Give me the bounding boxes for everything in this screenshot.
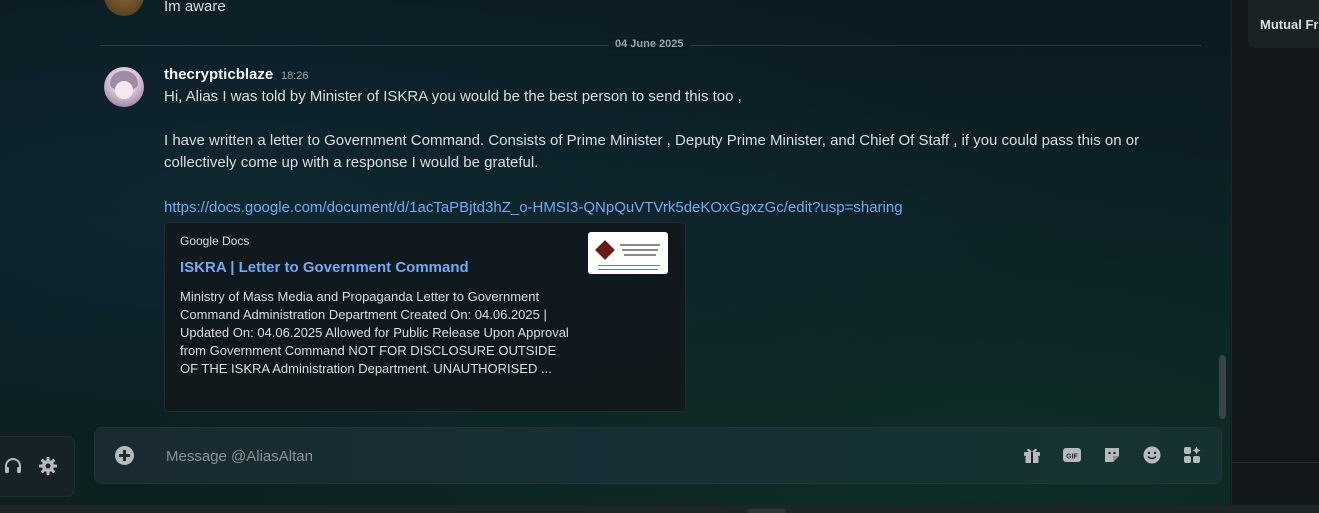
- previous-message-text: Im aware: [164, 0, 226, 15]
- svg-text:GIF: GIF: [1066, 454, 1078, 461]
- message-author[interactable]: thecrypticblaze: [164, 66, 273, 83]
- message-link[interactable]: https://docs.google.com/document/d/1acTa…: [164, 199, 903, 216]
- previous-author-avatar[interactable]: [104, 0, 144, 16]
- message-line: I have written a letter to Government Co…: [164, 132, 1140, 149]
- panel-divider: [1232, 462, 1319, 463]
- window-bottom-edge: [0, 505, 1319, 513]
- gift-icon[interactable]: [1022, 445, 1042, 465]
- date-divider-label: 04 June 2025: [609, 38, 690, 50]
- sticker-icon[interactable]: [1102, 445, 1122, 465]
- message-input[interactable]: [164, 443, 1008, 469]
- user-panel: [0, 436, 75, 497]
- author-avatar[interactable]: [104, 67, 144, 107]
- settings-gear-icon[interactable]: [38, 456, 58, 476]
- headphones-icon[interactable]: [3, 456, 23, 476]
- message-composer: GIF: [94, 427, 1222, 484]
- embed-thumbnail[interactable]: [588, 232, 668, 274]
- mutual-friends-section[interactable]: Mutual Fri: [1248, 0, 1319, 48]
- message-line: collectively come up with a response I w…: [164, 154, 539, 171]
- message-timestamp: 18:26: [281, 70, 309, 82]
- embed-description: Ministry of Mass Media and Propaganda Le…: [180, 289, 569, 376]
- gif-icon[interactable]: GIF: [1062, 445, 1082, 465]
- emoji-icon[interactable]: [1142, 445, 1162, 465]
- resize-handle[interactable]: [748, 509, 786, 513]
- message-line: Hi, Alias I was told by Minister of ISKR…: [164, 88, 742, 105]
- apps-icon[interactable]: [1182, 445, 1202, 465]
- mutual-friends-label: Mutual Fri: [1260, 17, 1319, 32]
- document-seal-icon: [595, 240, 615, 260]
- embed-provider[interactable]: Google Docs: [180, 234, 249, 248]
- right-panel: Mutual Fri: [1231, 0, 1319, 513]
- chat-scrollbar[interactable]: [1219, 355, 1226, 419]
- link-embed: Google Docs ISKRA | Letter to Government…: [164, 222, 686, 412]
- embed-title[interactable]: ISKRA | Letter to Government Command: [180, 259, 469, 276]
- chat-area: Im aware 04 June 2025 thecrypticblaze 18…: [0, 0, 1230, 513]
- add-attachment-icon[interactable]: [115, 446, 134, 465]
